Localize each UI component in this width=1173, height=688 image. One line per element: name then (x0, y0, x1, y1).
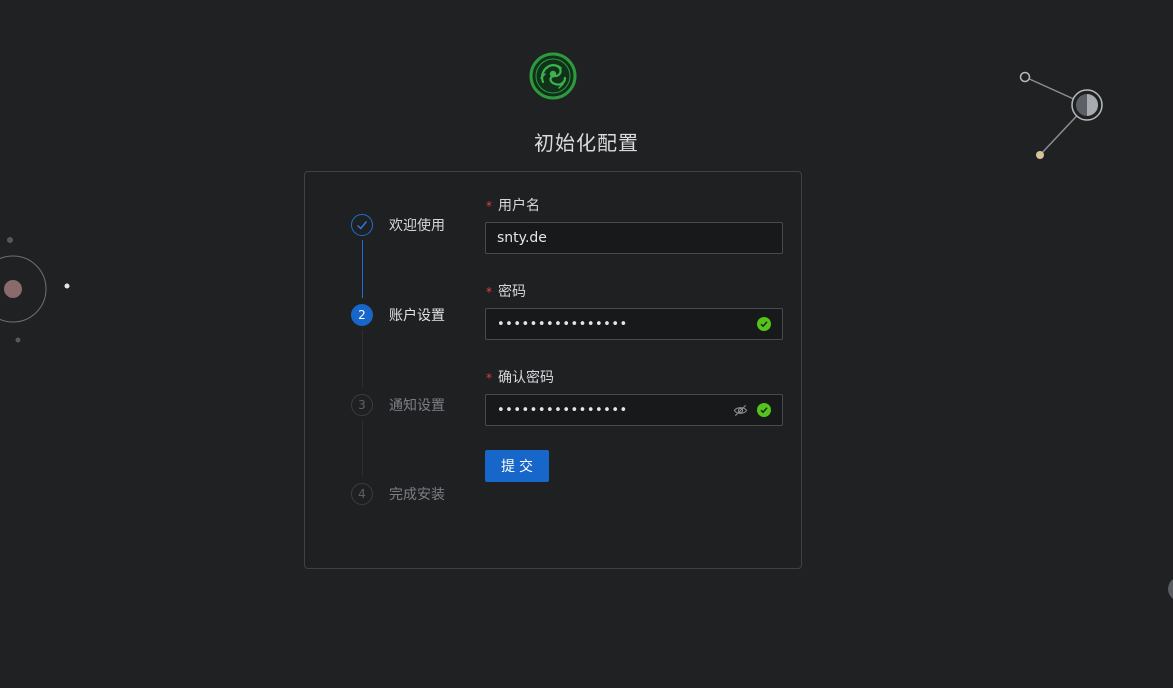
step-account-settings: 2 账户设置 (351, 304, 445, 326)
step-connector (362, 420, 363, 477)
confirm-password-value: •••••••••••••••• (497, 402, 628, 418)
setup-page: 初始化配置 欢迎使用 2 账户设置 3 通知设置 4 完成安装 * 用户名 sn… (0, 0, 1173, 688)
required-mark: * (486, 371, 492, 385)
decorative-planet-edge (1168, 579, 1173, 599)
step-indicator: 4 (351, 483, 373, 505)
confirm-password-label-text: 确认密码 (498, 370, 554, 386)
step-label: 通知设置 (389, 398, 445, 414)
password-label: * 密码 (486, 281, 526, 301)
step-notification-settings: 3 通知设置 (351, 394, 445, 416)
decorative-orbit-left (0, 237, 70, 343)
username-label: * 用户名 (486, 195, 540, 215)
step-label: 完成安装 (389, 487, 445, 503)
username-field[interactable]: snty.de (485, 222, 783, 254)
step-label: 欢迎使用 (389, 218, 445, 234)
dragon-logo-icon (529, 52, 577, 100)
confirm-password-field[interactable]: •••••••••••••••• (485, 394, 783, 426)
username-label-text: 用户名 (498, 198, 540, 214)
username-value: snty.de (497, 230, 547, 246)
check-circle-icon (757, 317, 771, 331)
check-circle-icon (757, 403, 771, 417)
step-finish-install: 4 完成安装 (351, 483, 445, 505)
required-mark: * (486, 285, 492, 299)
step-indicator: 3 (351, 394, 373, 416)
password-label-text: 密码 (498, 284, 526, 300)
step-indicator (351, 214, 373, 236)
required-mark: * (486, 199, 492, 213)
eye-invisible-icon[interactable] (733, 402, 749, 418)
step-connector (362, 330, 363, 388)
step-indicator: 2 (351, 304, 373, 326)
step-welcome: 欢迎使用 (351, 214, 445, 236)
check-icon (357, 221, 368, 230)
step-connector (362, 240, 363, 298)
setup-card: 欢迎使用 2 账户设置 3 通知设置 4 完成安装 * 用户名 snty.de *… (304, 171, 802, 569)
password-value: •••••••••••••••• (497, 316, 628, 332)
submit-button[interactable]: 提交 (485, 450, 549, 482)
confirm-password-label: * 确认密码 (486, 367, 554, 387)
step-label: 账户设置 (389, 308, 445, 324)
page-title: 初始化配置 (534, 131, 639, 155)
password-field[interactable]: •••••••••••••••• (485, 308, 783, 340)
